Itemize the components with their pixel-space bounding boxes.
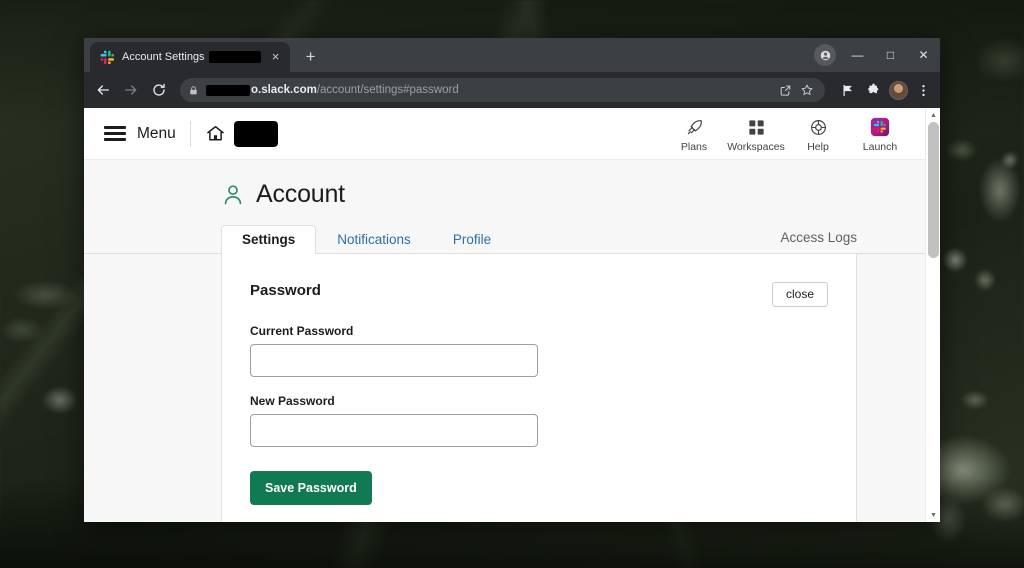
nav-item-plans[interactable]: Plans	[663, 114, 725, 153]
nav-item-launch[interactable]: Launch	[849, 114, 911, 153]
nav-item-help[interactable]: Help	[787, 114, 849, 153]
current-password-label: Current Password	[250, 324, 354, 339]
tab-notifications[interactable]: Notifications	[316, 225, 432, 254]
page-title-text: Account	[256, 180, 345, 208]
arrow-right-icon	[125, 85, 137, 95]
nav-item-launch-label: Launch	[862, 141, 898, 153]
puzzle-extensions-icon[interactable]	[862, 79, 884, 101]
hamburger-menu-icon	[104, 125, 126, 142]
browser-profile-badge[interactable]	[814, 44, 836, 66]
address-bar-url: o.slack.com /account/settings#password	[206, 84, 459, 96]
app-nav: Plans Workspaces Help Launch	[663, 114, 925, 153]
desktop: Account Settings × + — □ ✕ o.slack.com /…	[0, 0, 1024, 568]
browser-tab[interactable]: Account Settings ×	[90, 42, 290, 72]
nav-item-help-label: Help	[807, 141, 829, 153]
new-tab-button[interactable]: +	[298, 44, 324, 70]
header-divider	[189, 120, 191, 147]
access-logs-link[interactable]: Access Logs	[780, 230, 857, 253]
redacted-url-part	[206, 84, 250, 96]
page-content: Account Settings Notifications Profile A…	[84, 160, 925, 522]
lifebuoy-icon	[809, 116, 828, 138]
grid-icon	[747, 116, 766, 138]
profile-avatar-icon	[820, 50, 830, 60]
flag-extension-icon[interactable]	[837, 79, 859, 101]
scrollbar-down-arrow-icon[interactable]: ▼	[926, 508, 940, 522]
redacted-workspace-name	[233, 120, 278, 147]
address-bar-actions	[775, 80, 817, 100]
current-password-field-group: Current Password	[250, 324, 828, 378]
browser-profile-avatar[interactable]	[887, 79, 909, 101]
address-bar[interactable]: o.slack.com /account/settings#password	[180, 78, 825, 102]
nav-item-plans-label: Plans	[680, 141, 708, 153]
page-tabs: Settings Notifications Profile Access Lo…	[84, 222, 925, 254]
tab-settings[interactable]: Settings	[221, 225, 317, 254]
redacted-tab-title-part	[208, 51, 261, 63]
browser-tab-title: Account Settings	[122, 51, 261, 63]
lock-icon	[188, 85, 199, 96]
maximize-window-button[interactable]: □	[874, 38, 907, 72]
slack-logo-icon	[100, 50, 115, 65]
home-link[interactable]	[205, 120, 278, 147]
minimize-window-button[interactable]: —	[841, 38, 874, 72]
tab-profile[interactable]: Profile	[432, 225, 512, 254]
new-password-field-group: New Password	[250, 394, 828, 448]
person-icon	[221, 183, 245, 207]
scrollbar-up-arrow-icon[interactable]: ▲	[926, 108, 940, 122]
arrow-left-icon	[97, 85, 109, 95]
password-card: Password close Current Password New Pass…	[221, 254, 857, 522]
home-icon	[205, 123, 226, 144]
save-password-button[interactable]: Save Password	[250, 471, 372, 506]
current-password-input[interactable]	[250, 344, 538, 378]
url-path: /account/settings#password	[316, 84, 459, 96]
nav-item-workspaces[interactable]: Workspaces	[725, 114, 787, 153]
browser-tab-strip: Account Settings × + — □ ✕	[84, 38, 940, 72]
new-password-input[interactable]	[250, 414, 538, 448]
browser-extension-icons	[833, 79, 934, 101]
scrollbar-thumb[interactable]	[928, 122, 939, 258]
page-scrollbar[interactable]: ▲ ▼	[925, 108, 940, 522]
url-host: o.slack.com	[251, 84, 317, 96]
menu-label: Menu	[137, 124, 176, 142]
reload-icon	[153, 83, 165, 96]
browser-tab-title-text: Account Settings	[122, 51, 205, 63]
close-tab-icon[interactable]: ×	[268, 49, 284, 65]
star-icon[interactable]	[797, 80, 817, 100]
reload-button[interactable]	[146, 77, 172, 103]
new-password-label: New Password	[250, 394, 335, 409]
window-controls: — □ ✕	[841, 38, 940, 72]
back-button[interactable]	[90, 77, 116, 103]
forward-button[interactable]	[118, 77, 144, 103]
browser-window: Account Settings × + — □ ✕ o.slack.com /…	[84, 38, 940, 522]
nav-item-workspaces-label: Workspaces	[727, 141, 785, 153]
close-window-button[interactable]: ✕	[907, 38, 940, 72]
browser-toolbar: o.slack.com /account/settings#password	[84, 72, 940, 108]
share-icon[interactable]	[775, 80, 795, 100]
password-card-header: Password close	[250, 282, 828, 308]
close-button[interactable]: close	[771, 282, 828, 308]
chrome-menu-icon[interactable]	[912, 79, 934, 101]
app-header: Menu Plans Workspaces Help Launch	[84, 108, 925, 160]
page-title: Account	[84, 180, 925, 209]
menu-button[interactable]: Menu	[104, 125, 176, 143]
page-viewport: Menu Plans Workspaces Help Launch Accoun…	[84, 108, 940, 522]
password-section-title: Password	[250, 282, 321, 299]
slack-account-page: Menu Plans Workspaces Help Launch Accoun…	[84, 108, 925, 522]
slack-launch-icon	[870, 116, 890, 138]
rocket-icon	[685, 116, 704, 138]
